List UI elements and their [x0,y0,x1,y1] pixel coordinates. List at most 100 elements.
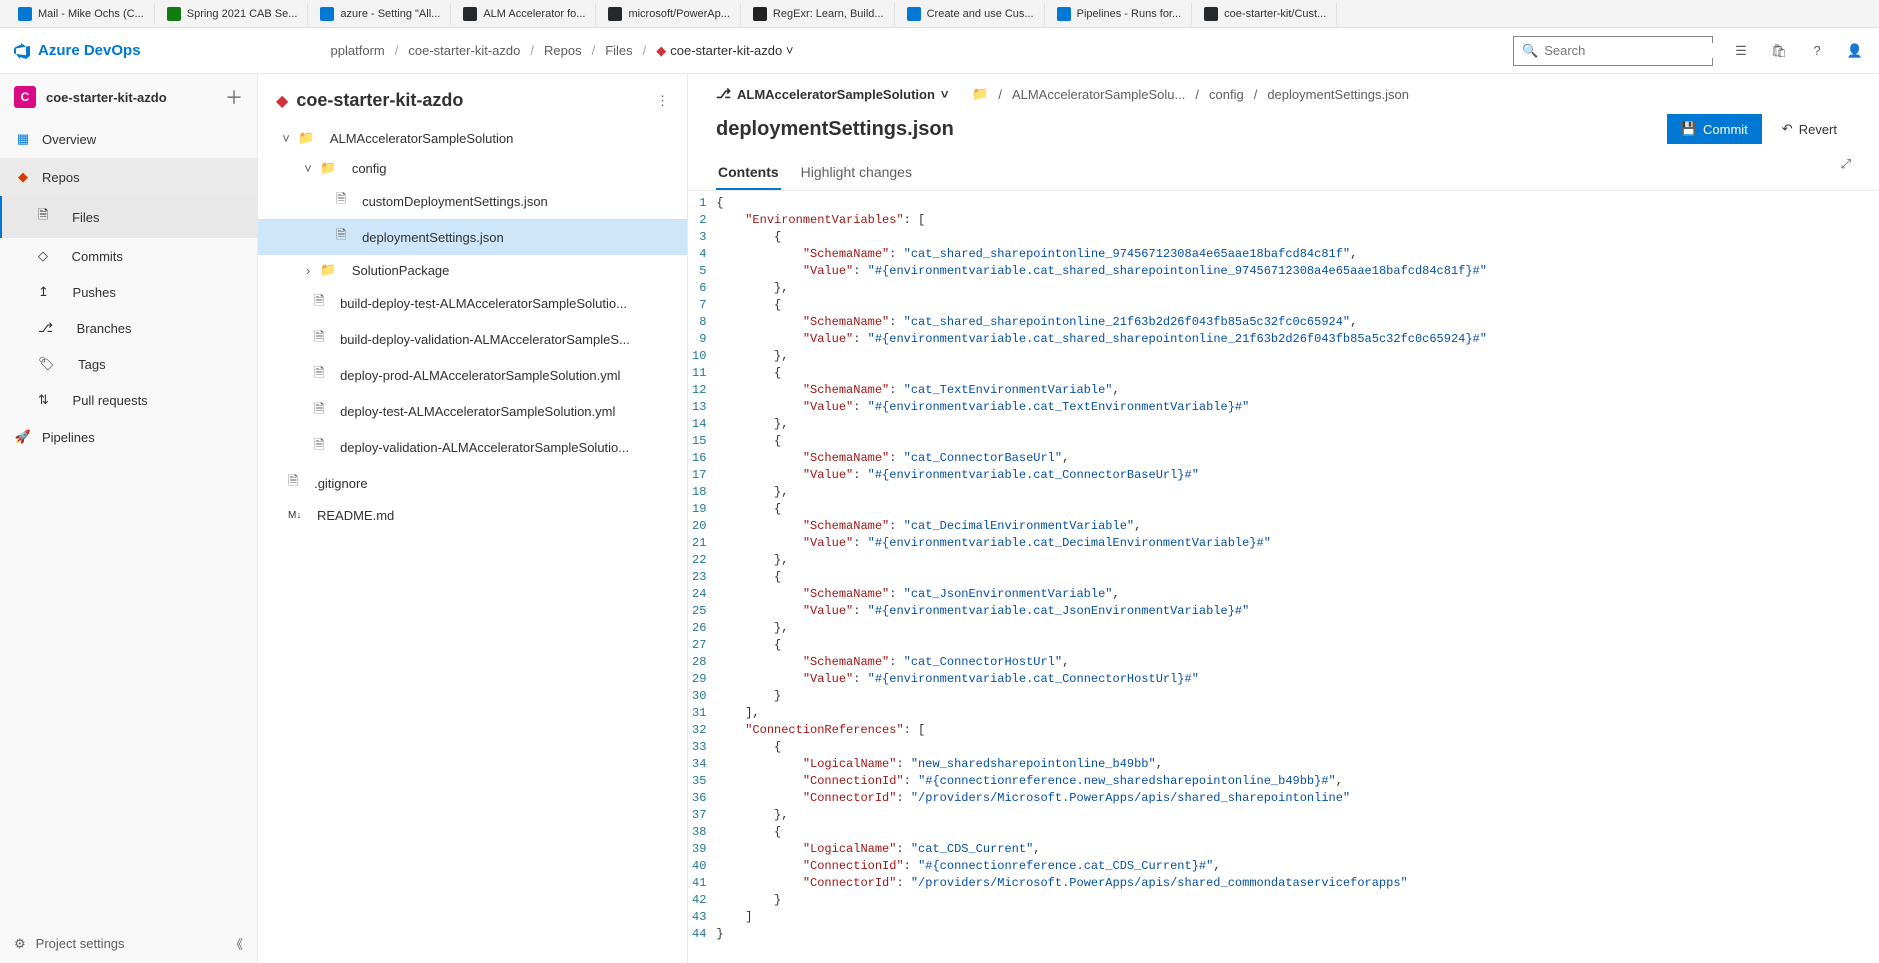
favicon-icon [18,7,32,21]
breadcrumb-item[interactable]: Repos [544,43,582,58]
nav-commits[interactable]: ◇ Commits [0,238,257,274]
project-badge: C [14,86,36,108]
chevron-down-icon: ˅ [786,43,794,58]
folder-icon: 📁 [298,130,314,146]
tab-contents[interactable]: Contents [716,156,781,190]
breadcrumb-item[interactable]: pplatform [331,43,385,58]
azure-icon [14,43,30,59]
browser-tab[interactable]: Pipelines - Runs for... [1047,3,1193,25]
pr-icon: ⇅ [38,392,49,408]
breadcrumb-item[interactable]: Files [605,43,632,58]
tab-highlight-changes[interactable]: Highlight changes [799,156,914,190]
path-crumb[interactable]: ALMAcceleratorSampleSolu... [1012,87,1185,102]
tree-folder[interactable]: ˅📁 ALMAcceleratorSampleSolution [258,123,687,153]
chevron-right-icon: › [302,263,314,278]
file-icon: 🗎 [288,472,298,494]
nav-branches[interactable]: ⎇ Branches [0,310,257,346]
nav-overview[interactable]: ▦ Overview [0,120,257,158]
folder-icon: 📁 [320,160,336,176]
path-crumb[interactable]: deploymentSettings.json [1267,87,1409,102]
browser-tab[interactable]: RegExr: Learn, Build... [743,3,895,25]
browser-tab[interactable]: Spring 2021 CAB Se... [157,3,309,25]
branch-selector[interactable]: ⎇ ALMAcceleratorSampleSolution ˅ [716,86,949,102]
commit-button[interactable]: 💾 Commit [1667,114,1762,144]
file-icon: 🗎 [336,190,346,212]
tree-file[interactable]: 🗎 customDeploymentSettings.json [258,183,687,219]
content-tabs: Contents Highlight changes ⤢ [688,144,1879,191]
code-content[interactable]: { "EnvironmentVariables": [ { "SchemaNam… [716,191,1487,963]
folder-root-icon[interactable]: 📁 [972,86,988,102]
fullscreen-icon[interactable]: ⤢ [1841,156,1851,190]
azure-devops-logo[interactable]: Azure DevOps [14,42,141,59]
favicon-icon [608,7,622,21]
explorer-header[interactable]: ◆ coe-starter-kit-azdo ⋮ [258,78,687,123]
nav-repos[interactable]: ◆ Repos [0,158,257,196]
search-icon: 🔍 [1522,43,1538,59]
sidebar: C coe-starter-kit-azdo ＋ ▦ Overview ◆ Re… [0,74,258,963]
chevron-down-icon: ˅ [302,161,314,176]
favicon-icon [1204,7,1218,21]
chevron-down-icon: ˅ [941,87,949,102]
tree-file[interactable]: 🗎 deploy-prod-ALMAcceleratorSampleSoluti… [258,357,687,393]
file-icon: 🗎 [314,292,324,314]
nav-pull-requests[interactable]: ⇅ Pull requests [0,382,257,418]
collapse-sidebar-icon[interactable]: 《 [230,934,243,953]
file-icon: 🗎 [314,328,324,350]
browser-tab[interactable]: coe-starter-kit/Cust... [1194,3,1337,25]
tree-file[interactable]: 🗎 build-deploy-validation-ALMAccelerator… [258,321,687,357]
more-icon[interactable]: ⋮ [656,93,669,109]
branches-icon: ⎇ [38,320,53,336]
favicon-icon [320,7,334,21]
tree-folder[interactable]: ›📁 SolutionPackage [258,255,687,285]
project-header[interactable]: C coe-starter-kit-azdo ＋ [0,74,257,120]
nav-pushes[interactable]: ↥ Pushes [0,274,257,310]
browser-tab[interactable]: azure - Setting "All... [310,3,451,25]
tree-file[interactable]: 🗎 .gitignore [258,465,687,501]
path-crumb[interactable]: config [1209,87,1244,102]
browser-tab[interactable]: Mail - Mike Ochs (C... [8,3,155,25]
breadcrumbs: pplatform/coe-starter-kit-azdo/Repos/Fil… [331,43,794,59]
tree-folder[interactable]: ˅📁 config [258,153,687,183]
favicon-icon [907,7,921,21]
search-input[interactable] [1544,43,1720,58]
repo-icon: ◆ [276,91,288,111]
tree-file[interactable]: 🗎 build-deploy-test-ALMAcceleratorSample… [258,285,687,321]
marketplace-icon[interactable]: 🛍 [1769,41,1789,61]
overview-icon: ▦ [14,130,32,148]
pipelines-icon: 🚀 [14,428,32,446]
commits-icon: ◇ [38,248,48,264]
content-panel: ⎇ ALMAcceleratorSampleSolution ˅ 📁 / ALM… [688,74,1879,963]
revert-button[interactable]: ↶ Revert [1768,114,1851,144]
browser-tab[interactable]: Create and use Cus... [897,3,1045,25]
nav-files[interactable]: 🗎 Files [0,196,257,238]
file-icon: 🗎 [314,364,324,386]
tree-file-selected[interactable]: 🗎 deploymentSettings.json [258,219,687,255]
chevron-down-icon: ˅ [280,131,292,146]
favicon-icon [753,7,767,21]
files-icon: 🗎 [38,206,48,228]
repos-icon: ◆ [14,168,32,186]
code-editor[interactable]: 1234567891011121314151617181920212223242… [688,191,1879,963]
breadcrumb-item[interactable]: ◆coe-starter-kit-azdo ˅ [656,43,793,59]
breadcrumb-item[interactable]: coe-starter-kit-azdo [408,43,520,58]
nav-tags[interactable]: 🏷 Tags [0,346,257,382]
app-name: Azure DevOps [38,42,141,59]
project-settings[interactable]: ⚙ Project settings 《 [0,924,257,963]
line-numbers: 1234567891011121314151617181920212223242… [688,191,716,963]
tree-file[interactable]: 🗎 deploy-test-ALMAcceleratorSampleSoluti… [258,393,687,429]
browser-tabs-bar: Mail - Mike Ochs (C...Spring 2021 CAB Se… [0,0,1879,28]
browser-tab[interactable]: ALM Accelerator fo... [453,3,596,25]
list-icon[interactable]: ☰ [1731,41,1751,61]
search-box[interactable]: 🔍 [1513,36,1713,66]
tree-file[interactable]: M↓ README.md [258,501,687,530]
favicon-icon [167,7,181,21]
user-settings-icon[interactable]: 👤 [1845,41,1865,61]
browser-tab[interactable]: microsoft/PowerAp... [598,3,740,25]
new-item-button[interactable]: ＋ [225,84,243,110]
content-breadcrumbs: ⎇ ALMAcceleratorSampleSolution ˅ 📁 / ALM… [716,82,1851,114]
file-title: deploymentSettings.json [716,118,1667,141]
tree-file[interactable]: 🗎 deploy-validation-ALMAcceleratorSample… [258,429,687,465]
help-icon[interactable]: ? [1807,41,1827,61]
nav-pipelines[interactable]: 🚀 Pipelines [0,418,257,456]
top-right-tools: 🔍 ☰ 🛍 ? 👤 [1513,36,1865,66]
